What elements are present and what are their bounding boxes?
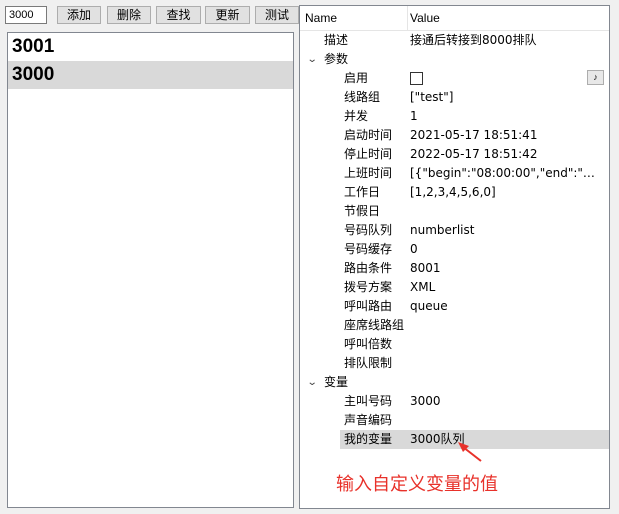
- row-route-condition[interactable]: 路由条件 8001: [300, 259, 609, 278]
- delete-button[interactable]: 删除: [107, 6, 151, 24]
- row-caller-number[interactable]: 主叫号码 3000: [300, 392, 609, 411]
- prop-value[interactable]: 2021-05-17 18:51:41: [410, 126, 600, 145]
- prop-value[interactable]: 接通后转接到8000排队: [410, 31, 600, 50]
- grid-rows: 描述 接通后转接到8000排队 ⌄ 参数 启用 ♪ 线路组 ["test"] 并…: [300, 31, 609, 449]
- prop-name: 我的变量: [344, 432, 393, 446]
- prop-value[interactable]: XML: [410, 278, 600, 297]
- column-divider[interactable]: [407, 6, 408, 30]
- annotation-arrow-icon: [458, 442, 482, 462]
- row-enable[interactable]: 启用 ♪: [300, 69, 609, 88]
- item-list[interactable]: 3001 3000: [7, 32, 294, 508]
- prop-name: 停止时间: [344, 147, 393, 161]
- test-button[interactable]: 测试: [255, 6, 299, 24]
- prop-name: 主叫号码: [344, 394, 393, 408]
- add-button[interactable]: 添加: [57, 6, 101, 24]
- prop-name: 上班时间: [344, 166, 393, 180]
- column-header-name[interactable]: Name: [305, 6, 337, 30]
- row-number-cache[interactable]: 号码缓存 0: [300, 240, 609, 259]
- prop-value[interactable]: 1: [410, 107, 600, 126]
- annotation-text: 输入自定义变量的值: [336, 474, 498, 495]
- prop-name: 启用: [344, 71, 369, 85]
- row-start-time[interactable]: 启动时间 2021-05-17 18:51:41: [300, 126, 609, 145]
- search-input[interactable]: [5, 6, 47, 24]
- prop-value[interactable]: 0: [410, 240, 600, 259]
- prop-name: 排队限制: [344, 356, 393, 370]
- prop-name: 描述: [324, 33, 349, 47]
- row-queue-limit[interactable]: 排队限制: [300, 354, 609, 373]
- prop-name: 号码缓存: [344, 242, 393, 256]
- pin-icon-button[interactable]: ♪: [587, 70, 604, 85]
- find-button[interactable]: 查找: [156, 6, 201, 24]
- row-number-queue[interactable]: 号码队列 numberlist: [300, 221, 609, 240]
- list-item-selected[interactable]: 3000: [8, 61, 293, 89]
- row-line-group[interactable]: 线路组 ["test"]: [300, 88, 609, 107]
- prop-name: 呼叫倍数: [344, 337, 393, 351]
- prop-value[interactable]: 3000队列: [410, 430, 600, 449]
- list-item[interactable]: 3001: [8, 33, 293, 61]
- prop-name: 节假日: [344, 204, 381, 218]
- prop-value[interactable]: ["test"]: [410, 88, 600, 107]
- row-work-hours[interactable]: 上班时间 [{"begin":"08:00:00","end":"23:0...: [300, 164, 609, 183]
- prop-name: 声音编码: [344, 413, 393, 427]
- row-concurrency[interactable]: 并发 1: [300, 107, 609, 126]
- prop-name: 拨号方案: [344, 280, 393, 294]
- prop-value[interactable]: [1,2,3,4,5,6,0]: [410, 183, 600, 202]
- row-description[interactable]: 描述 接通后转接到8000排队: [300, 31, 609, 50]
- enable-checkbox[interactable]: [410, 72, 423, 85]
- group-params[interactable]: ⌄ 参数: [300, 50, 609, 69]
- grid-header: Name Value: [300, 6, 609, 31]
- prop-name: 启动时间: [344, 128, 393, 142]
- prop-name: 线路组: [344, 90, 381, 104]
- prop-name: 号码队列: [344, 223, 393, 237]
- row-call-multiplier[interactable]: 呼叫倍数: [300, 335, 609, 354]
- row-agent-line-group[interactable]: 座席线路组: [300, 316, 609, 335]
- prop-value[interactable]: queue: [410, 297, 600, 316]
- column-header-value[interactable]: Value: [410, 6, 440, 30]
- group-variables[interactable]: ⌄ 变量: [300, 373, 609, 392]
- row-audio-codec[interactable]: 声音编码: [300, 411, 609, 430]
- chevron-down-icon[interactable]: ⌄: [307, 373, 318, 392]
- row-holidays[interactable]: 节假日: [300, 202, 609, 221]
- group-label: 变量: [324, 375, 349, 389]
- row-workdays[interactable]: 工作日 [1,2,3,4,5,6,0]: [300, 183, 609, 202]
- prop-name: 工作日: [344, 185, 381, 199]
- row-dial-plan[interactable]: 拨号方案 XML: [300, 278, 609, 297]
- group-label: 参数: [324, 52, 349, 66]
- prop-name: 座席线路组: [344, 318, 405, 332]
- chevron-down-icon[interactable]: ⌄: [307, 50, 318, 69]
- prop-value[interactable]: 8001: [410, 259, 600, 278]
- prop-name: 并发: [344, 109, 369, 123]
- prop-value[interactable]: 3000: [410, 392, 600, 411]
- prop-name: 路由条件: [344, 261, 393, 275]
- prop-value[interactable]: 2022-05-17 18:51:42: [410, 145, 600, 164]
- row-call-route[interactable]: 呼叫路由 queue: [300, 297, 609, 316]
- property-grid: Name Value 描述 接通后转接到8000排队 ⌄ 参数 启用 ♪ 线路组…: [299, 5, 610, 509]
- prop-value[interactable]: [{"begin":"08:00:00","end":"23:0...: [410, 164, 600, 183]
- update-button[interactable]: 更新: [205, 6, 250, 24]
- prop-name: 呼叫路由: [344, 299, 393, 313]
- prop-value[interactable]: numberlist: [410, 221, 600, 240]
- row-stop-time[interactable]: 停止时间 2022-05-17 18:51:42: [300, 145, 609, 164]
